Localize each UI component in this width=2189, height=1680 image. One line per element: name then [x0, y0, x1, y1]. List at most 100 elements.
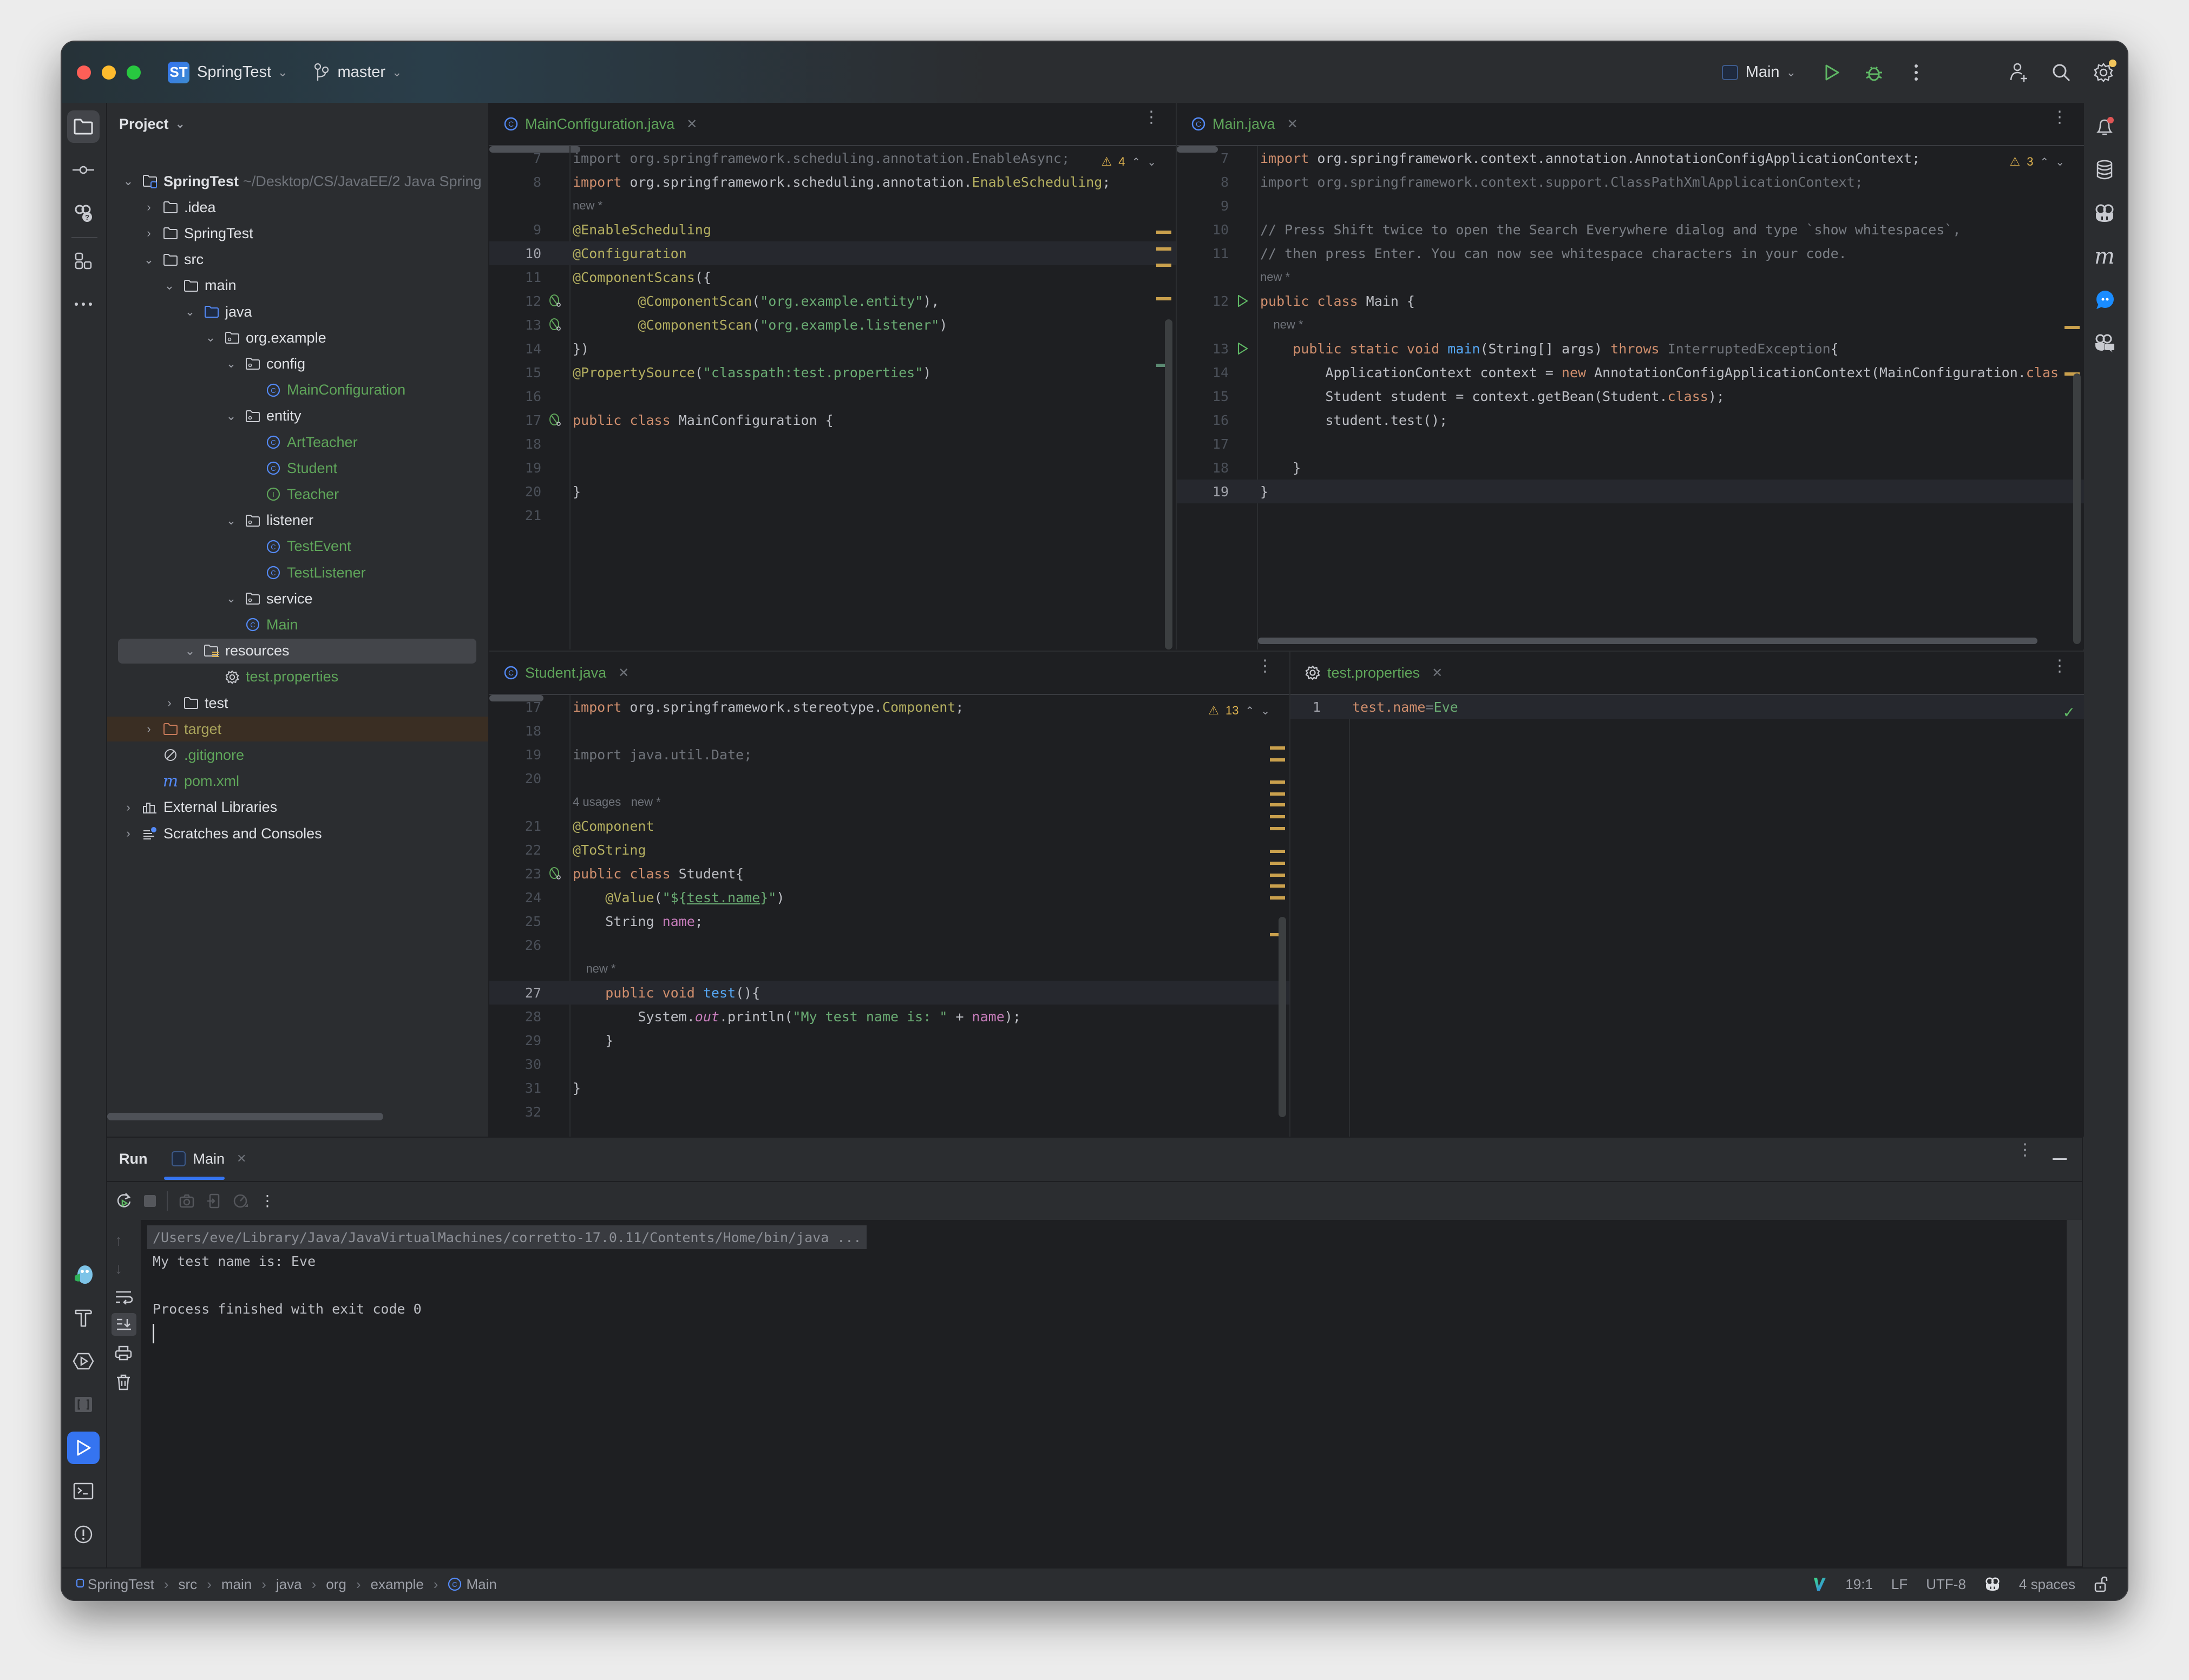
inspection-widget[interactable]: ⚠ 3 ⌃ ⌄	[2009, 155, 2065, 169]
notifications-button[interactable]	[2088, 110, 2121, 143]
inspection-widget[interactable]: ⚠ 13 ⌃ ⌄	[1208, 704, 1270, 718]
tree-item[interactable]: m pom.xml	[107, 769, 488, 794]
warning-marker[interactable]	[1156, 264, 1171, 267]
tree-item[interactable]: test.properties	[107, 665, 488, 690]
tree-item[interactable]: › test	[107, 691, 488, 716]
close-tab-icon[interactable]: ✕	[1287, 116, 1298, 132]
next-highlight-icon[interactable]: ⌄	[1147, 155, 1156, 169]
breadcrumb-item[interactable]: java	[276, 1576, 302, 1593]
scroll-up-icon[interactable]: ↑	[115, 1232, 122, 1249]
line-number[interactable]: 30	[489, 1056, 541, 1072]
code-area[interactable]: 17 import org.springframework.stereotype.…	[489, 695, 1289, 1137]
line-number[interactable]: 25	[489, 914, 541, 929]
code-line[interactable]: 10 @Configuration	[489, 241, 1176, 265]
code-line[interactable]: 21	[489, 503, 1176, 527]
tree-item[interactable]: ⌄ listener	[107, 508, 488, 533]
code-line[interactable]: 26	[489, 933, 1289, 957]
copilot-chat-button[interactable]	[2088, 327, 2121, 359]
copilot-button[interactable]	[2088, 197, 2121, 229]
line-ending[interactable]: LF	[1891, 1576, 1908, 1593]
line-number[interactable]: 26	[489, 937, 541, 953]
tree-item[interactable]: › target	[107, 717, 488, 742]
chevron-down-icon[interactable]: ⌄	[143, 253, 155, 267]
chevron-right-icon[interactable]: ›	[122, 800, 134, 815]
code-line[interactable]: 21 @Component	[489, 814, 1289, 838]
tab-student[interactable]: C Student.java ✕	[489, 652, 629, 694]
line-number[interactable]: 21	[489, 818, 541, 834]
code-line[interactable]: 17	[1177, 432, 2084, 456]
project-horizontal-scrollbar[interactable]	[107, 1113, 383, 1120]
line-number[interactable]: 8	[1177, 174, 1229, 190]
tree-item[interactable]: C TestListener	[107, 560, 488, 585]
line-number[interactable]: 12	[489, 293, 541, 309]
exit-icon[interactable]	[206, 1193, 222, 1209]
line-number[interactable]: 20	[489, 771, 541, 786]
line-number[interactable]: 16	[489, 389, 541, 404]
code-area[interactable]: 1 test.name=Eve	[1290, 695, 2084, 1137]
code-line[interactable]: 19}	[1177, 480, 2084, 503]
code-line[interactable]: 29 }	[489, 1028, 1289, 1052]
code-line[interactable]: 18 }	[1177, 456, 2084, 480]
close-tab-icon[interactable]: ✕	[1432, 665, 1443, 681]
clear-all-icon[interactable]	[116, 1374, 131, 1391]
line-number[interactable]: 21	[489, 508, 541, 523]
soft-wrap-icon[interactable]	[115, 1290, 133, 1304]
zoom-window-button[interactable]	[127, 65, 141, 80]
code-line[interactable]: 20}	[489, 480, 1176, 503]
editor-horizontal-scrollbar[interactable]	[1258, 638, 2037, 644]
branch-selector[interactable]: master	[337, 63, 385, 81]
line-number[interactable]: 10	[1177, 222, 1229, 238]
line-number[interactable]: 14	[1177, 365, 1229, 380]
code-line[interactable]: 1 test.name=Eve	[1290, 695, 2084, 719]
code-line[interactable]: 32	[489, 1100, 1289, 1124]
tab-main-configuration[interactable]: C MainConfiguration.java ✕	[489, 103, 697, 145]
database-button[interactable]	[2088, 154, 2121, 186]
line-number[interactable]: 27	[489, 985, 541, 1001]
line-number[interactable]: 9	[489, 222, 541, 238]
line-number[interactable]: 18	[489, 723, 541, 739]
inlay-hint-line[interactable]: new *	[489, 957, 1289, 981]
warning-marker[interactable]	[1270, 780, 1285, 784]
gutter-icon-slot[interactable]	[541, 867, 569, 881]
warning-marker[interactable]	[1156, 247, 1171, 251]
chevron-right-icon[interactable]: ›	[163, 696, 175, 710]
code-line[interactable]: 15 @PropertySource("classpath:test.proper…	[489, 360, 1176, 384]
project-tool-button[interactable]	[67, 110, 100, 143]
tree-item[interactable]: ⌄ main	[107, 273, 488, 298]
ai-assistant-tool-button[interactable]: ?	[67, 197, 100, 229]
unlock-icon[interactable]	[2094, 1576, 2108, 1592]
line-number[interactable]: 31	[489, 1080, 541, 1096]
code-area[interactable]: 7 import org.springframework.context.anno…	[1177, 146, 2084, 649]
code-line[interactable]: 11 // then press Enter. You can now see w…	[1177, 241, 2084, 265]
tree-item[interactable]: ⌄ SpringTest ~/Desktop/CS/JavaEE/2 Java S…	[107, 169, 488, 194]
code-line[interactable]: 19 import java.util.Date;	[489, 743, 1289, 766]
warning-marker[interactable]	[1270, 862, 1285, 865]
code-line[interactable]: 18	[489, 719, 1289, 743]
gutter-icon-slot[interactable]	[1229, 342, 1257, 356]
line-number[interactable]: 8	[489, 174, 541, 190]
line-number[interactable]: 19	[1177, 484, 1229, 500]
editor-tab-menu-button[interactable]: ⋮	[1257, 658, 1273, 674]
tab-test-properties[interactable]: test.properties ✕	[1290, 652, 1443, 694]
code-line[interactable]: 7 import org.springframework.scheduling.a…	[489, 146, 1176, 170]
code-line[interactable]: 9 @EnableScheduling	[489, 218, 1176, 241]
editor-vertical-scrollbar[interactable]	[1165, 319, 1172, 649]
gutter-icon-slot[interactable]	[541, 294, 569, 308]
breadcrumb-item[interactable]: src	[179, 1576, 198, 1593]
code-line[interactable]: 17 import org.springframework.stereotype.…	[489, 695, 1289, 719]
services-tool-button[interactable]	[67, 1345, 100, 1377]
line-number[interactable]: 18	[1177, 460, 1229, 476]
debug-button[interactable]	[1863, 62, 1885, 83]
line-number[interactable]: 22	[489, 842, 541, 858]
code-line[interactable]: 17 public class MainConfiguration {	[489, 408, 1176, 432]
maven-button[interactable]: m	[2088, 240, 2121, 273]
breadcrumb-item[interactable]: example	[371, 1576, 424, 1593]
chevron-down-icon[interactable]: ⌄	[205, 331, 217, 345]
line-number[interactable]: 15	[489, 365, 541, 380]
code-line[interactable]: 10 // Press Shift twice to open the Searc…	[1177, 218, 2084, 241]
previous-highlight-icon[interactable]: ⌃	[2040, 155, 2049, 169]
code-area[interactable]: 7 import org.springframework.scheduling.a…	[489, 146, 1176, 649]
line-number[interactable]: 7	[489, 150, 541, 166]
tree-item[interactable]: ⌄ java	[107, 299, 488, 324]
cursor-position[interactable]: 19:1	[1845, 1576, 1873, 1593]
